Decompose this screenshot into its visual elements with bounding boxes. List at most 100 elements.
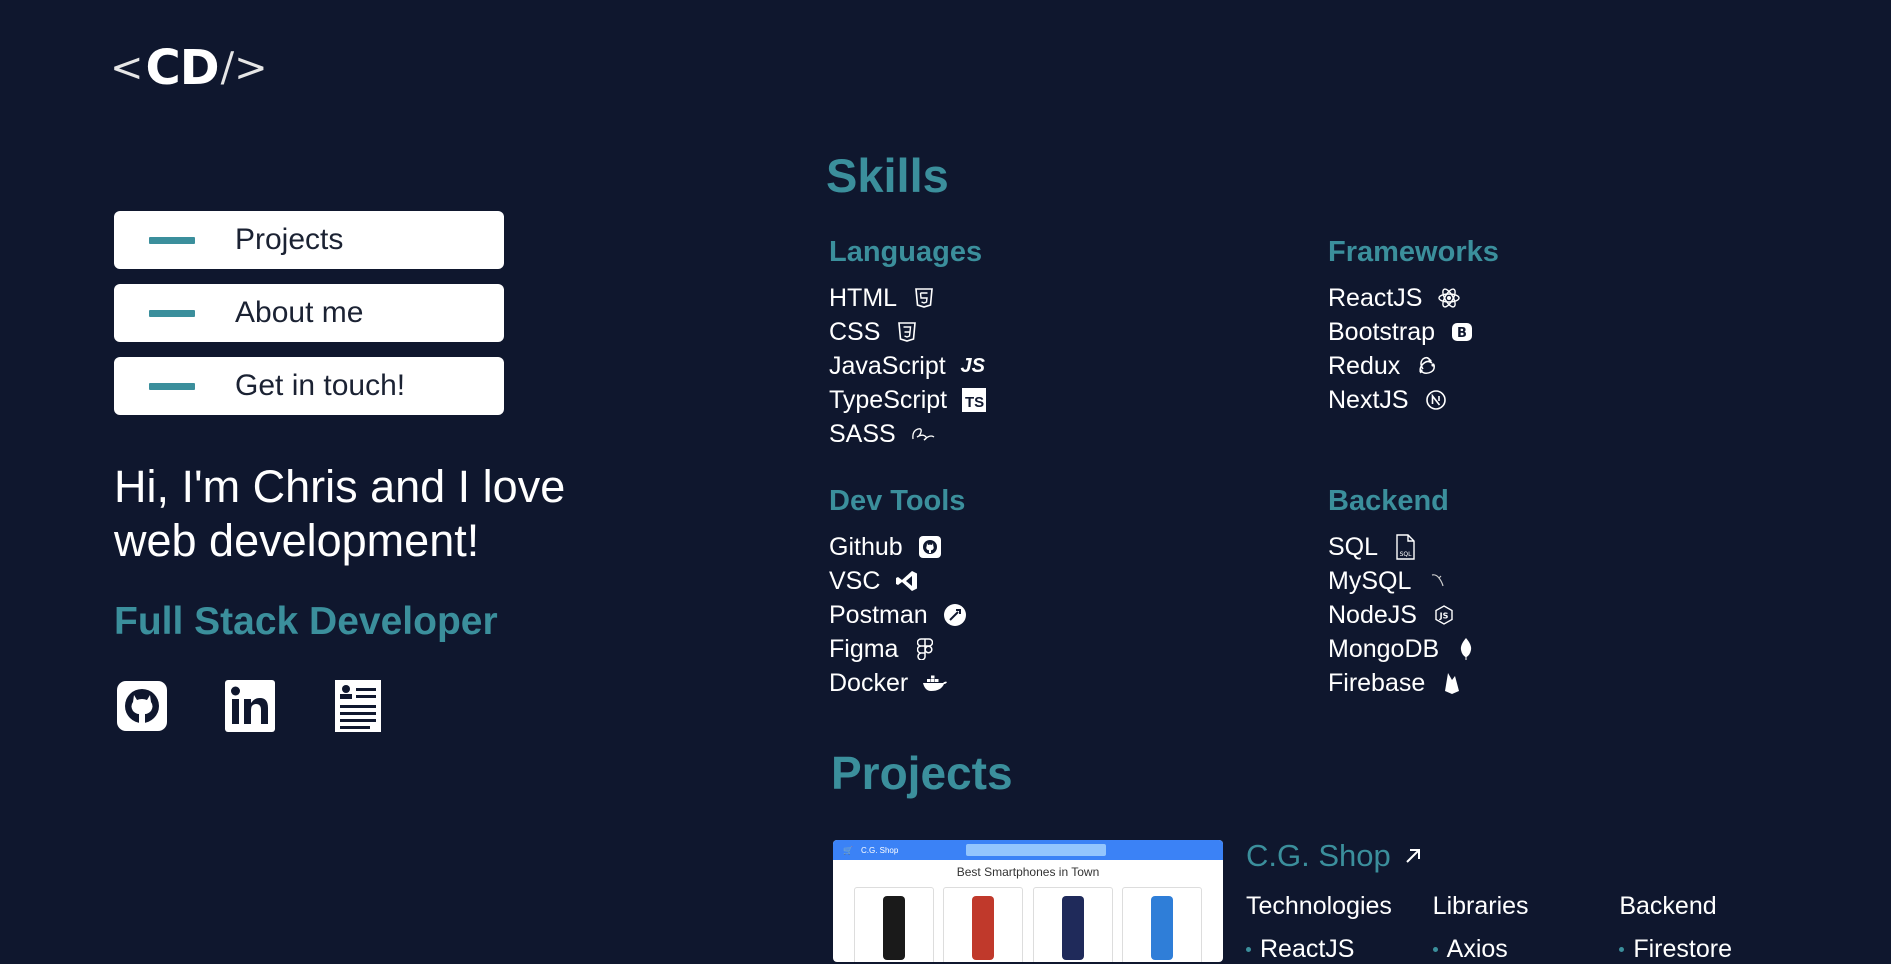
column-title: Libraries	[1432, 892, 1529, 920]
skill-label: TypeScript	[829, 385, 948, 414]
social-links	[114, 678, 386, 734]
skill-label: ReactJS	[1328, 283, 1423, 312]
skill-label: HTML	[829, 283, 898, 312]
thumbnail-heading: Best Smartphones in Town	[956, 865, 1100, 879]
hero-heading: Hi, I'm Chris and I love web development…	[114, 461, 566, 566]
skill-group-title: Dev Tools	[829, 485, 966, 517]
project-link[interactable]: C.G. Shop	[1246, 838, 1806, 874]
project-thumbnail[interactable]: 🛒 C.G. Shop Best Smartphones in Town	[833, 840, 1223, 962]
sass-icon	[910, 421, 936, 447]
skill-item: Redux	[1328, 349, 1499, 383]
phone-image	[972, 896, 995, 960]
thumbnail-products	[833, 879, 1223, 962]
project-technologies: Technologies ReactJS	[1246, 892, 1433, 964]
cart-icon: 🛒	[843, 845, 853, 855]
mongodb-icon	[1453, 636, 1479, 662]
nextjs-icon	[1423, 387, 1449, 413]
svg-text:JS: JS	[1439, 612, 1449, 621]
svg-text:SQL: SQL	[1400, 551, 1413, 558]
skill-group-title: Backend	[1328, 485, 1449, 517]
redux-icon	[1414, 353, 1440, 379]
product-card	[943, 887, 1024, 962]
skill-item: JavaScript JS	[829, 349, 987, 383]
skill-label: NodeJS	[1328, 600, 1417, 629]
skill-group-devtools: Dev Tools Github VSC Postman Figma Docke…	[829, 485, 968, 700]
product-card	[853, 887, 934, 962]
skill-label: Figma	[829, 634, 899, 663]
skill-item: Bootstrap B	[1328, 315, 1499, 349]
dash-icon	[149, 382, 195, 390]
dash-icon	[149, 309, 195, 317]
skill-label: JavaScript	[829, 351, 946, 380]
firebase-icon	[1439, 670, 1465, 696]
skill-item: ReactJS	[1328, 281, 1499, 315]
nav-about-button[interactable]: About me	[114, 284, 504, 342]
css3-icon	[894, 319, 920, 345]
nav-label: About me	[235, 296, 364, 329]
skill-label: Github	[829, 532, 903, 561]
external-link-icon	[1403, 838, 1423, 874]
skill-item: Firebase	[1328, 666, 1479, 700]
skill-label: VSC	[829, 566, 881, 595]
skill-label: SASS	[829, 419, 896, 448]
phone-image	[1061, 896, 1084, 960]
skill-label: MongoDB	[1328, 634, 1440, 663]
thumbnail-search	[966, 844, 1107, 856]
bullet-icon	[1619, 947, 1625, 952]
thumbnail-navbar: 🛒 C.G. Shop	[833, 840, 1223, 860]
sql-file-icon: SQL	[1392, 534, 1418, 560]
html5-icon	[911, 285, 937, 311]
logo-open-bracket: <	[110, 45, 144, 91]
product-card	[1122, 887, 1203, 962]
list-item: Firestore	[1619, 935, 1806, 964]
list-item: Axios	[1432, 935, 1620, 964]
skill-group-languages: Languages HTML CSS JavaScript JS TypeScr…	[829, 236, 987, 451]
site-logo[interactable]: < CD />	[110, 40, 268, 96]
main-nav: Projects About me Get in touch!	[114, 211, 504, 430]
skills-title: Skills	[826, 149, 949, 202]
skill-item: SASS	[829, 417, 987, 451]
skill-item: CSS	[829, 315, 987, 349]
phone-image	[1151, 896, 1174, 960]
hero: Hi, I'm Chris and I love web development…	[114, 460, 634, 644]
skill-label: Docker	[829, 668, 909, 697]
skill-group-title: Languages	[829, 236, 983, 268]
react-icon	[1436, 285, 1462, 311]
nav-label: Get in touch!	[235, 369, 406, 402]
skill-item: Figma	[829, 632, 968, 666]
skill-item: Docker	[829, 666, 968, 700]
resume-link[interactable]	[330, 678, 386, 734]
nodejs-icon: JS	[1431, 602, 1457, 628]
nav-contact-button[interactable]: Get in touch!	[114, 357, 504, 415]
skill-item: SQL SQL	[1328, 530, 1479, 564]
skill-label: Firebase	[1328, 668, 1426, 697]
skill-label: MySQL	[1328, 566, 1412, 595]
skill-item: VSC	[829, 564, 968, 598]
project-backend: Backend Firestore	[1619, 892, 1806, 964]
vscode-icon	[894, 568, 920, 594]
github-link[interactable]	[114, 678, 170, 734]
bullet-icon	[1432, 947, 1438, 952]
skill-item: Github	[829, 530, 968, 564]
list-item: ReactJS	[1246, 935, 1433, 964]
skill-item: Postman	[829, 598, 968, 632]
dash-icon	[149, 236, 195, 244]
nav-projects-button[interactable]: Projects	[114, 211, 504, 269]
phone-image	[882, 896, 905, 960]
postman-icon	[942, 602, 968, 628]
docker-icon	[922, 670, 948, 696]
thumbnail-brand: C.G. Shop	[860, 845, 899, 855]
skill-item: TypeScript TS	[829, 383, 987, 417]
column-title: Backend	[1619, 892, 1717, 920]
skill-label: CSS	[829, 317, 881, 346]
linkedin-link[interactable]	[222, 678, 278, 734]
figma-icon	[912, 636, 938, 662]
column-title: Technologies	[1246, 892, 1392, 920]
skill-label: SQL	[1328, 532, 1379, 561]
project-info: C.G. Shop Technologies ReactJS Libraries…	[1246, 838, 1806, 964]
bullet-icon	[1246, 947, 1251, 952]
skill-item: MongoDB	[1328, 632, 1479, 666]
hero-role: Full Stack Developer	[114, 600, 498, 643]
skill-item: HTML	[829, 281, 987, 315]
project-name: C.G. Shop	[1246, 838, 1391, 873]
